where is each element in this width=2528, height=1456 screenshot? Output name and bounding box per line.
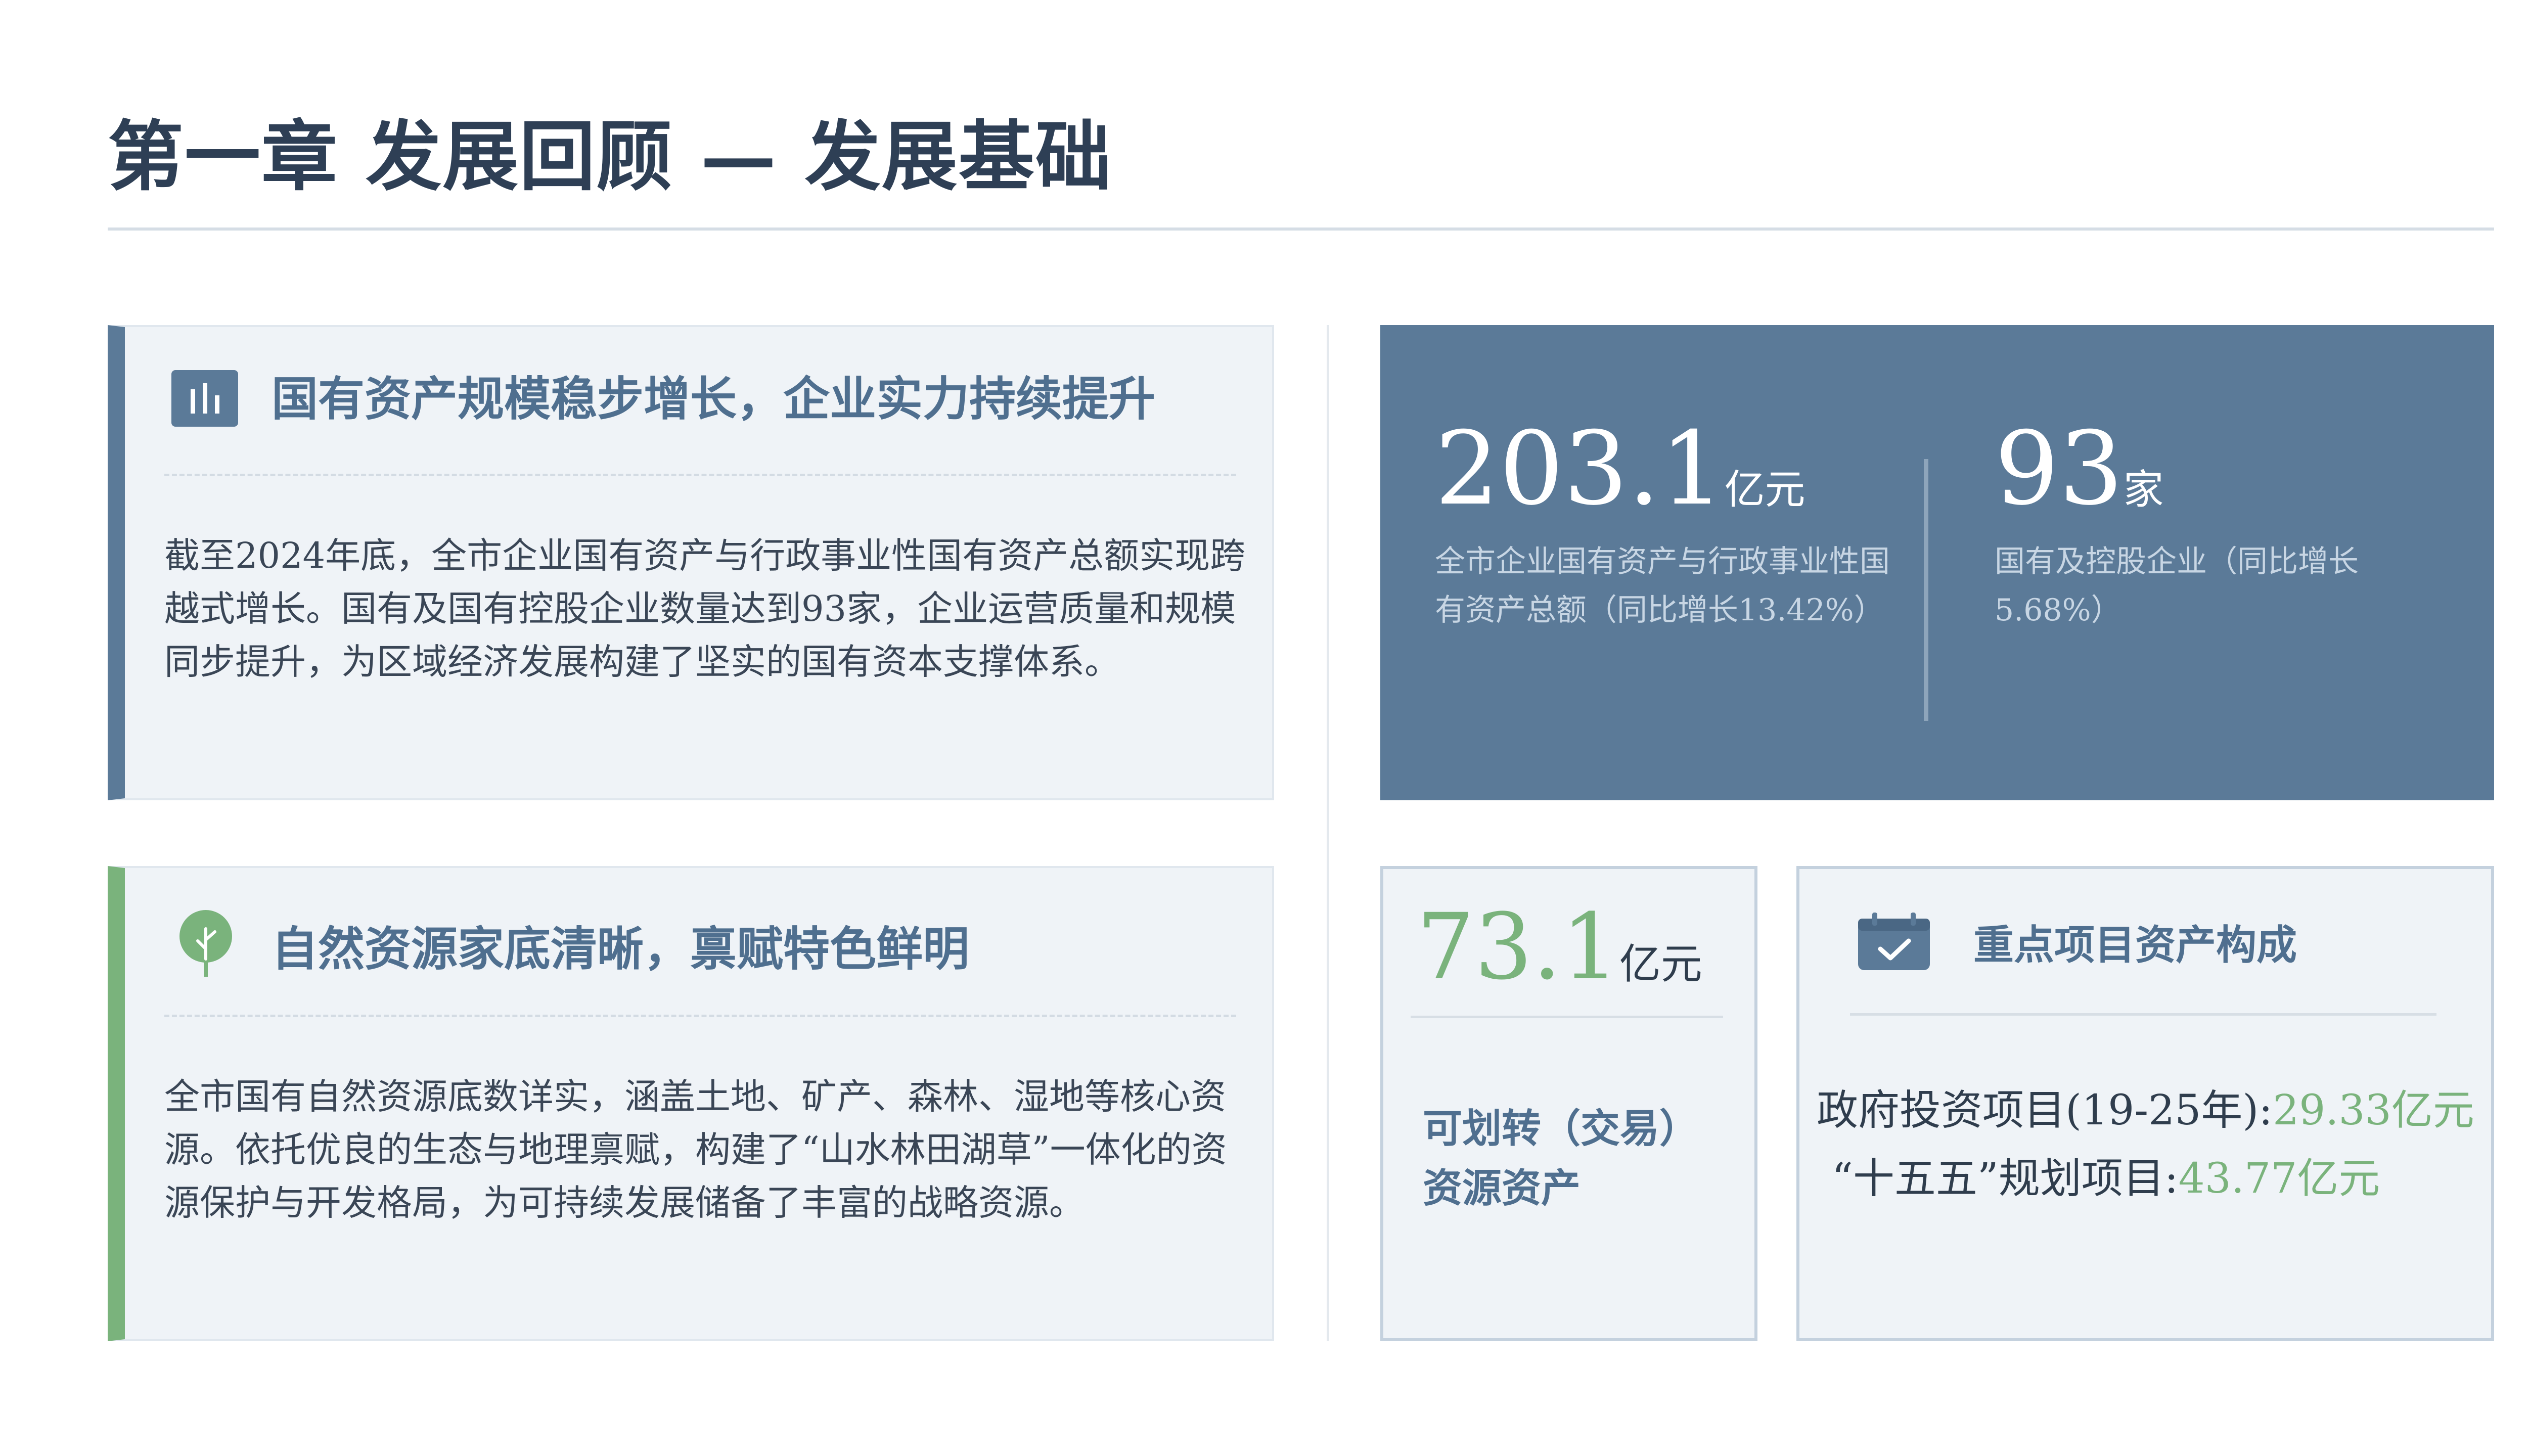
stats-card: 203.1亿元 全市企业国有资产与行政事业性国有资产总额（同比增长13.42%）…: [1380, 325, 2494, 800]
transferable-assets-card: 73.1亿元 可划转（交易）资源资产: [1380, 866, 1757, 1341]
stat-assets-desc: 全市企业国有资产与行政事业性国有资产总额（同比增长13.42%）: [1435, 544, 1890, 628]
transferable-value-line: 73.1亿元: [1417, 897, 1702, 1015]
card-divider: [1850, 1013, 2436, 1016]
transferable-value: 73.1: [1417, 894, 1619, 1000]
panel-body-text: 截至2024年底，全市企业国有资产与行政事业性国有资产总额实现跨越式增长。国有及…: [164, 535, 1246, 682]
projects-title: 重点项目资产构成: [1973, 921, 2297, 969]
projects-breakdown: 政府投资项目(19-25年):29.33亿元 “十五五”规划项目:43.77亿元: [1817, 1076, 2484, 1213]
transferable-label: 可划转（交易）资源资产: [1423, 1106, 1699, 1211]
stat-assets-value: 203.1: [1435, 410, 1725, 528]
gov-project-label: 政府投资项目(19-25年):: [1817, 1086, 2273, 1134]
column-divider: [1327, 325, 1329, 1341]
stat-assets: 203.1亿元: [1435, 414, 1805, 545]
key-projects-card: 重点项目资产构成 政府投资项目(19-25年):29.33亿元 “十五五”规划项…: [1796, 866, 2494, 1341]
panel-heading: 国有资产规模稳步增长，企业实力持续提升: [272, 372, 1156, 426]
stat-firms: 93家: [1995, 414, 2164, 545]
stat-firms-value: 93: [1995, 410, 2124, 528]
gov-project-value: 29.33亿元: [2273, 1086, 2474, 1134]
plan-project-value: 43.77亿元: [2178, 1155, 2380, 1203]
transferable-unit: 亿元: [1619, 940, 1702, 988]
stat-firms-unit: 家: [2123, 466, 2164, 513]
title-divider: [108, 228, 2494, 231]
leaf-icon: [179, 910, 232, 977]
dashed-divider: [164, 1015, 1236, 1017]
stat-assets-unit: 亿元: [1724, 466, 1805, 513]
panel-natural-resources: 自然资源家底清晰，禀赋特色鲜明 全市国有自然资源底数详实，涵盖土地、矿产、森林、…: [108, 866, 1274, 1341]
page-title: 第一章 发展回顾 — 发展基础: [108, 112, 1112, 201]
stats-divider: [1924, 459, 1928, 721]
calendar-check-icon: [1858, 913, 1930, 970]
panel-body-text: 全市国有自然资源底数详实，涵盖土地、矿产、森林、湿地等核心资源。依托优良的生态与…: [164, 1076, 1227, 1223]
dashed-divider: [164, 474, 1236, 476]
gov-project-line: 政府投资项目(19-25年):29.33亿元: [1817, 1076, 2484, 1145]
panel-assets-growth: 国有资产规模稳步增长，企业实力持续提升 截至2024年底，全市企业国有资产与行政…: [108, 325, 1274, 800]
plan-project-label: “十五五”规划项目:: [1832, 1155, 2179, 1203]
stat-firms-desc: 国有及控股企业（同比增长5.68%）: [1995, 544, 2359, 628]
card-divider: [1411, 1016, 1723, 1018]
bar-chart-icon: [171, 370, 238, 427]
plan-project-line: “十五五”规划项目:43.77亿元: [1817, 1145, 2484, 1213]
panel-heading: 自然资源家底清晰，禀赋特色鲜明: [272, 922, 970, 976]
